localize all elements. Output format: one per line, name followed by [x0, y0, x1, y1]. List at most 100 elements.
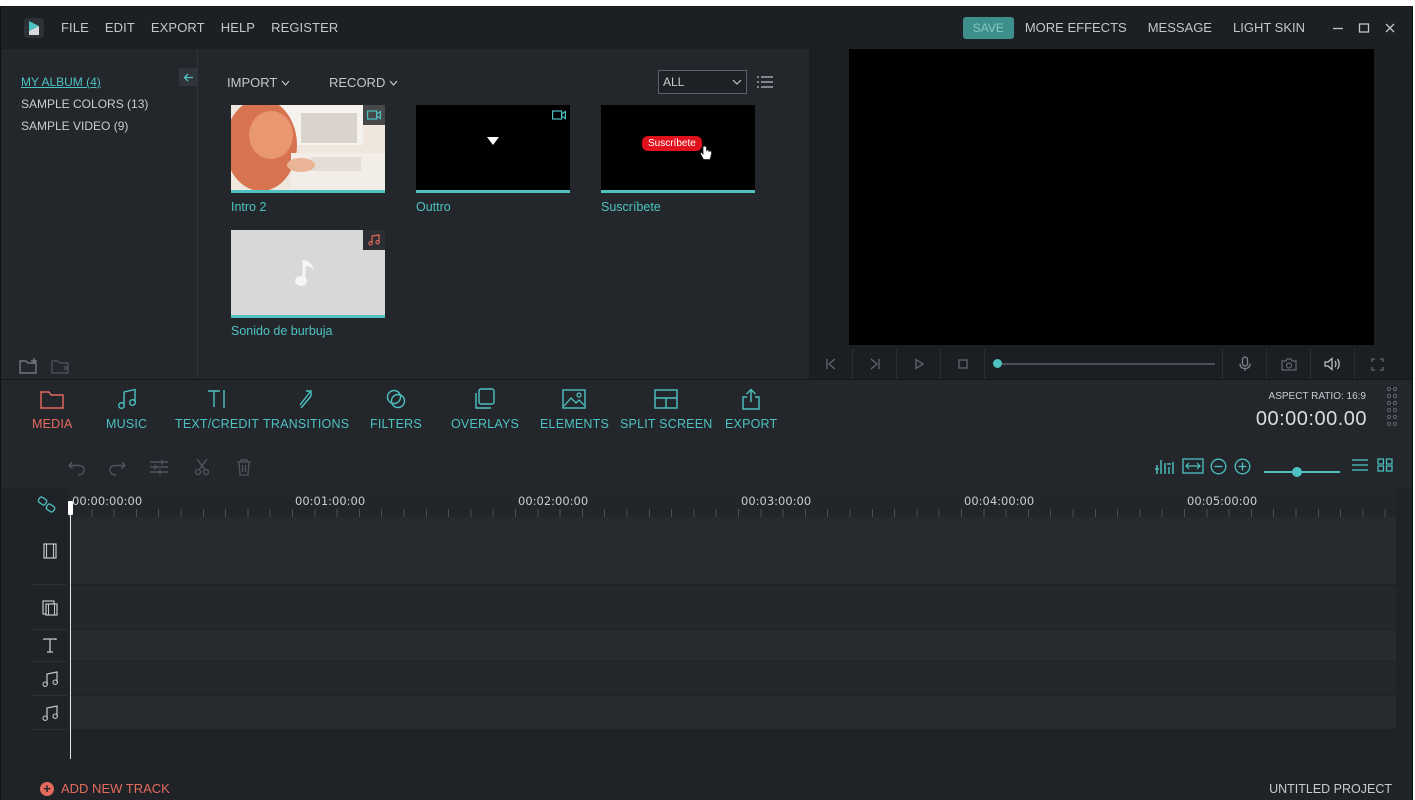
- add-new-track-button[interactable]: + ADD NEW TRACK: [40, 781, 170, 796]
- tab-export[interactable]: EXPORT: [725, 387, 777, 431]
- save-button[interactable]: SAVE: [962, 16, 1014, 39]
- title-bar-actions: SAVE MORE EFFECTS MESSAGE LIGHT SKIN: [962, 6, 1412, 49]
- album-sample-colors[interactable]: SAMPLE COLORS (13): [21, 97, 148, 111]
- folder-icon: [40, 391, 64, 409]
- track-header-video[interactable]: [31, 517, 68, 585]
- more-effects-link[interactable]: MORE EFFECTS: [1025, 20, 1127, 35]
- media-filter-select[interactable]: ALL: [658, 70, 747, 94]
- intro-thumbnail-image: [231, 105, 385, 190]
- menu-help[interactable]: HELP: [221, 20, 255, 35]
- tab-label: TEXT/CREDIT: [175, 417, 260, 431]
- light-skin-link[interactable]: LIGHT SKIN: [1233, 20, 1305, 35]
- elements-icon: [562, 389, 587, 409]
- minimize-icon[interactable]: [1326, 16, 1350, 40]
- grid-view-icon[interactable]: [1377, 458, 1393, 472]
- app-window: FILE EDIT EXPORT HELP REGISTER SAVE MORE…: [0, 6, 1413, 800]
- menu-file[interactable]: FILE: [61, 20, 89, 35]
- tab-overlays[interactable]: OVERLAYS: [451, 387, 519, 431]
- link-icon[interactable]: [37, 496, 57, 514]
- media-item-intro-2[interactable]: [231, 105, 385, 193]
- text-icon: [208, 390, 225, 408]
- scrubber-knob[interactable]: [993, 359, 1002, 368]
- tab-music[interactable]: MUSIC: [106, 387, 147, 431]
- media-item-label: Outtro: [416, 200, 451, 214]
- cut-icon[interactable]: [193, 458, 211, 476]
- transitions-icon: [299, 390, 312, 409]
- menu-edit[interactable]: EDIT: [105, 20, 135, 35]
- skip-start-button[interactable]: [809, 349, 853, 379]
- playhead-handle[interactable]: [68, 501, 73, 515]
- maximize-icon[interactable]: [1352, 16, 1376, 40]
- album-footer: [1, 357, 197, 379]
- chevron-down-icon: [732, 79, 742, 85]
- track-lane-video[interactable]: [69, 517, 1396, 584]
- add-track-label: ADD NEW TRACK: [61, 781, 170, 796]
- collapse-albums-button[interactable]: [179, 68, 198, 86]
- adjust-icon[interactable]: [149, 458, 169, 476]
- snapshot-button[interactable]: [1267, 349, 1311, 379]
- track-header-text[interactable]: [31, 630, 68, 662]
- tab-split-screen[interactable]: SPLIT SCREEN: [620, 387, 712, 431]
- message-link[interactable]: MESSAGE: [1148, 20, 1212, 35]
- title-bar: FILE EDIT EXPORT HELP REGISTER SAVE MORE…: [1, 6, 1412, 49]
- close-icon[interactable]: [1378, 16, 1402, 40]
- zoom-in-icon[interactable]: [1234, 458, 1251, 475]
- import-dropdown[interactable]: IMPORT: [227, 75, 290, 90]
- remove-folder-icon[interactable]: [51, 357, 71, 375]
- record-dropdown[interactable]: RECORD: [329, 75, 398, 90]
- stop-button[interactable]: [941, 349, 985, 379]
- voiceover-button[interactable]: [1223, 349, 1267, 379]
- fit-timeline-icon[interactable]: [1182, 458, 1204, 474]
- tab-transitions[interactable]: TRANSITIONS: [263, 387, 349, 431]
- step-forward-button[interactable]: [853, 349, 897, 379]
- track-header-music-2[interactable]: [31, 696, 68, 730]
- tab-elements[interactable]: ELEMENTS: [540, 387, 609, 431]
- volume-button[interactable]: [1311, 349, 1355, 379]
- split-screen-icon: [654, 389, 678, 409]
- fullscreen-button[interactable]: [1355, 349, 1399, 379]
- album-my-album[interactable]: MY ALBUM (4): [21, 75, 101, 89]
- tab-filters[interactable]: FILTERS: [370, 387, 422, 431]
- pip-track-icon: [41, 599, 58, 616]
- aspect-ratio-label[interactable]: ASPECT RATIO: 16:9: [1269, 391, 1366, 402]
- preview-scrubber[interactable]: [993, 349, 1223, 379]
- media-item-sonido-de-burbuja[interactable]: [231, 230, 385, 318]
- tool-tabs: MEDIA MUSIC TEXT/CREDIT TRANSITIONS FILT…: [1, 379, 1412, 441]
- undo-icon[interactable]: [67, 458, 87, 476]
- media-item-outtro[interactable]: [416, 105, 570, 193]
- play-button[interactable]: [897, 349, 941, 379]
- text-track-icon: [42, 638, 57, 653]
- zoom-out-icon[interactable]: [1210, 458, 1227, 475]
- music-icon: [117, 388, 136, 409]
- timeline-ruler[interactable]: 00:00:00:00 00:01:00:00 00:02:00:00 00:0…: [69, 489, 1397, 517]
- ruler-label: 00:05:00:00: [1187, 494, 1258, 508]
- track-lane-text[interactable]: [69, 630, 1396, 661]
- zoom-slider-track[interactable]: [1264, 471, 1340, 473]
- track-lane-music-2[interactable]: [69, 696, 1396, 729]
- tab-text-credit[interactable]: TEXT/CREDIT: [175, 387, 259, 431]
- music-note-icon: [295, 260, 314, 286]
- track-lane-music-1[interactable]: [69, 662, 1396, 695]
- track-header-pip[interactable]: [31, 586, 68, 630]
- track-lane-pip[interactable]: [69, 586, 1396, 629]
- audio-mixer-icon[interactable]: [1155, 458, 1177, 474]
- media-item-suscribete[interactable]: Suscríbete: [601, 105, 755, 193]
- delete-icon[interactable]: [235, 458, 253, 476]
- ruler-label: 00:04:00:00: [964, 494, 1035, 508]
- zoom-slider-knob[interactable]: [1292, 467, 1302, 477]
- playhead-line[interactable]: [70, 503, 71, 759]
- album-sample-video[interactable]: SAMPLE VIDEO (9): [21, 119, 128, 133]
- add-folder-icon[interactable]: [19, 357, 39, 375]
- media-item-label: Sonido de burbuja: [231, 324, 333, 338]
- list-view-icon[interactable]: [757, 75, 773, 89]
- drag-handle-icon[interactable]: [1386, 386, 1398, 428]
- list-view-icon[interactable]: [1352, 458, 1368, 472]
- playback-controls: [809, 349, 1412, 379]
- menu-export[interactable]: EXPORT: [151, 20, 205, 35]
- chevron-down-icon: [281, 80, 290, 86]
- tab-label: TRANSITIONS: [263, 417, 350, 431]
- menu-register[interactable]: REGISTER: [271, 20, 338, 35]
- redo-icon[interactable]: [107, 458, 127, 476]
- track-header-music-1[interactable]: [31, 662, 68, 696]
- tab-media[interactable]: MEDIA: [32, 387, 73, 431]
